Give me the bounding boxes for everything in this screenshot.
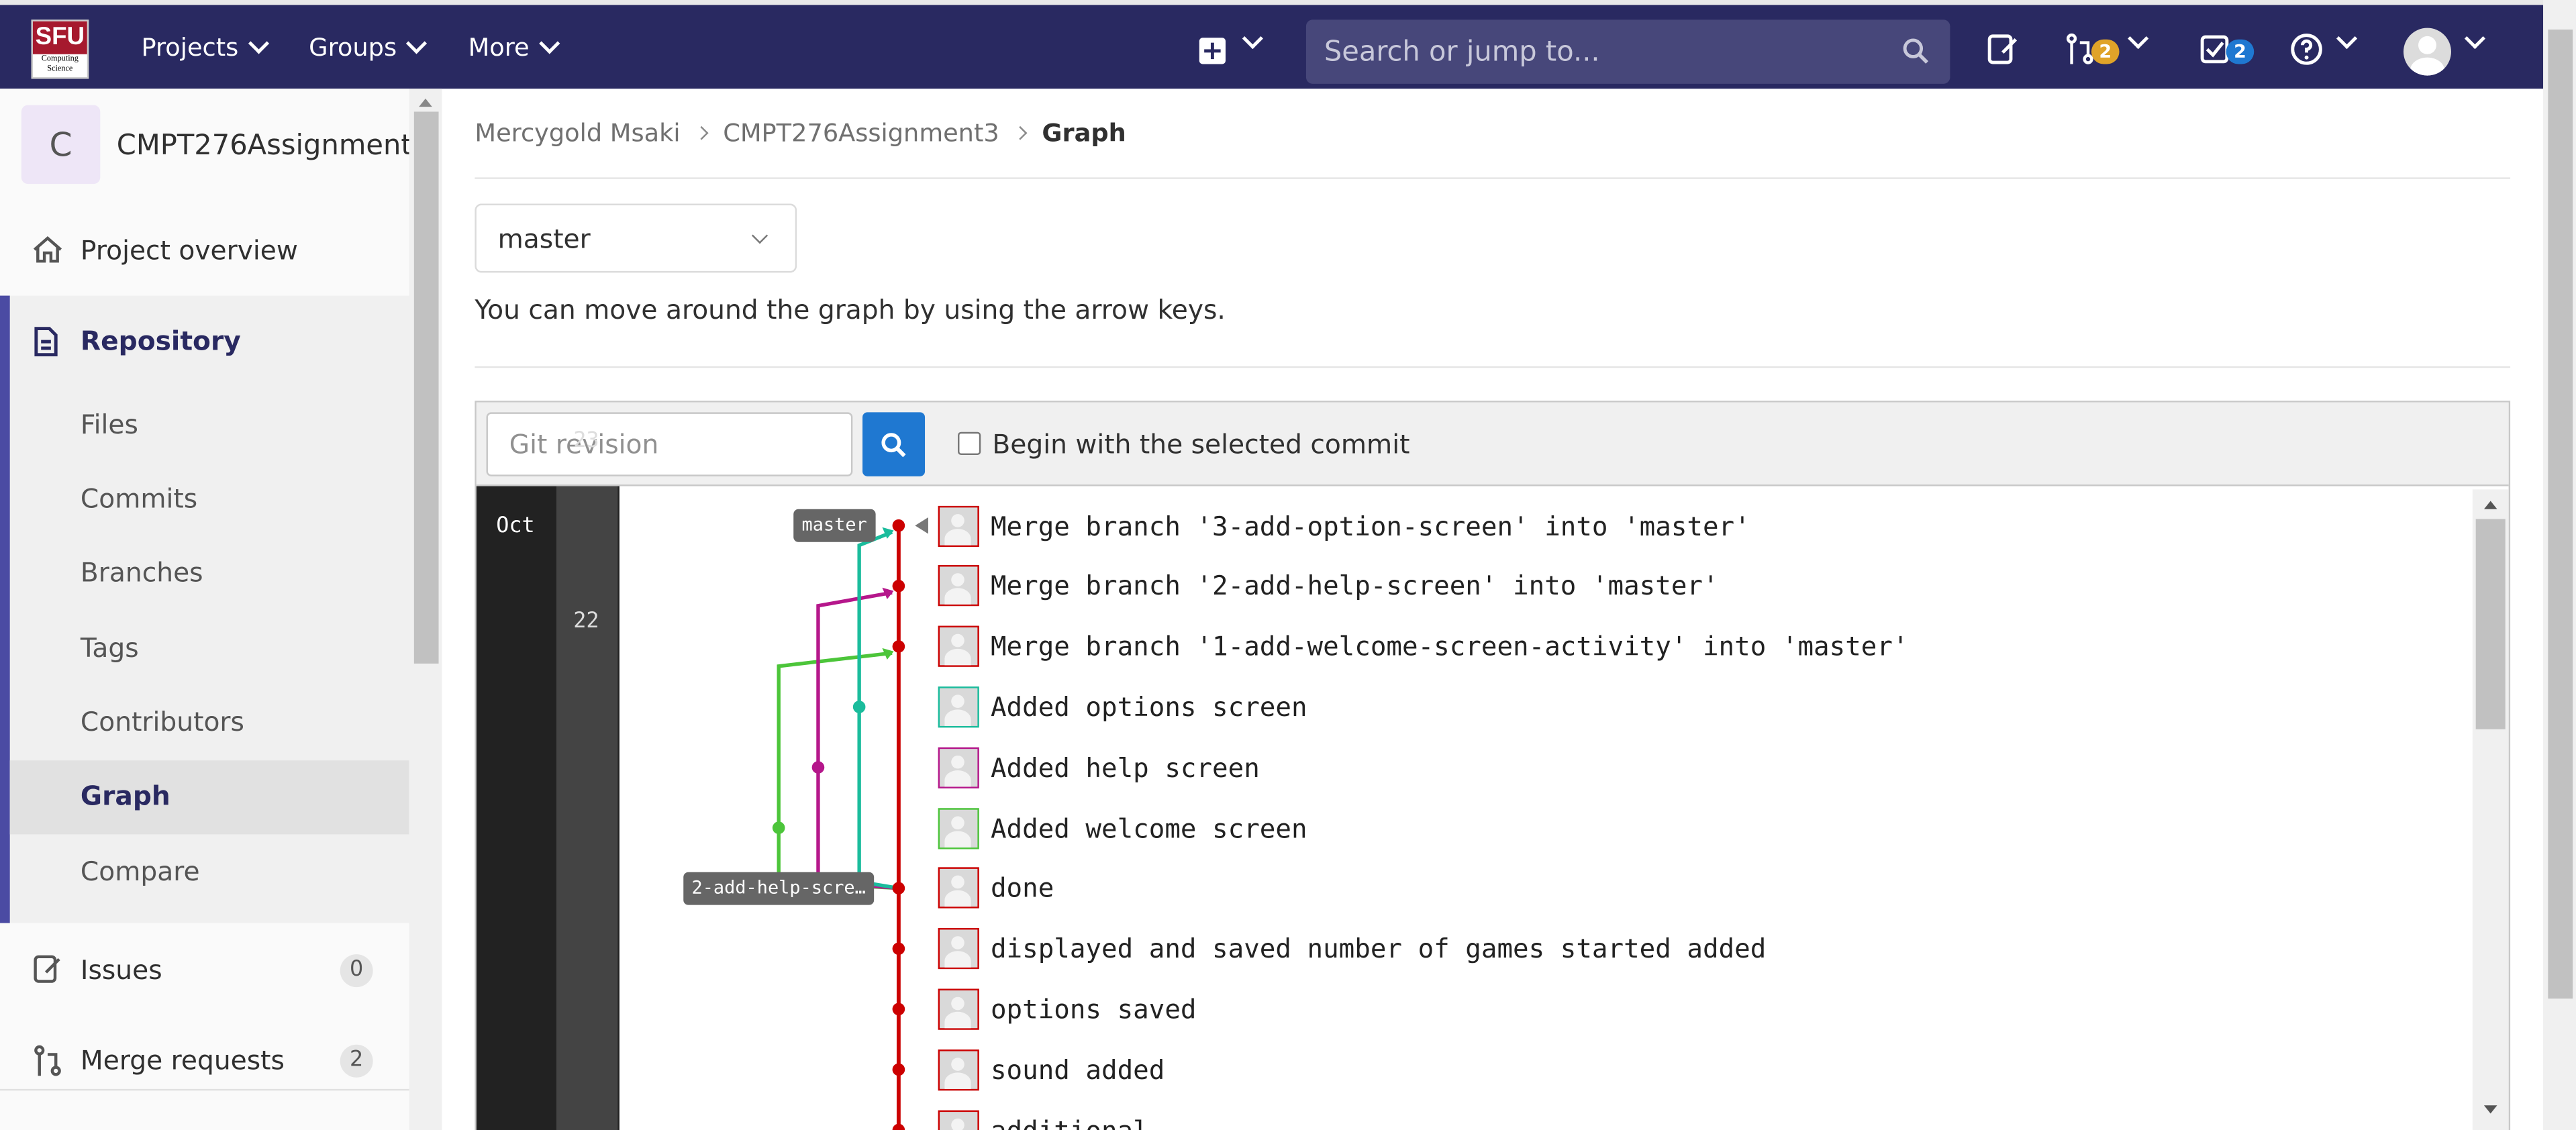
branch-ref-tag[interactable]: master <box>793 509 876 542</box>
commit-node <box>892 640 905 653</box>
commit-row[interactable]: Added welcome screen <box>938 803 1307 852</box>
commit-row[interactable]: options saved <box>938 984 1197 1033</box>
scroll-down-icon[interactable] <box>2482 1104 2498 1117</box>
commit-author-avatar <box>938 868 979 909</box>
commit-author-avatar <box>938 1109 979 1130</box>
commit-message[interactable]: Added options screen <box>991 691 1307 723</box>
commit-author-avatar <box>938 625 979 667</box>
commit-node <box>772 821 785 834</box>
commit-author-avatar <box>938 565 979 607</box>
welcome-branch-line <box>777 651 899 890</box>
commit-node <box>892 882 905 895</box>
commit-row[interactable]: displayed and saved number of games star… <box>938 924 1766 973</box>
commit-node <box>811 761 825 774</box>
commit-row[interactable]: Merge branch '3-add-option-screen' into … <box>938 501 1750 550</box>
commit-row[interactable]: Merge branch '1-add-welcome-screen-activ… <box>938 622 1909 671</box>
commit-node <box>892 942 905 956</box>
commit-message[interactable]: additional <box>991 1115 1149 1130</box>
commit-author-avatar <box>938 746 979 788</box>
commit-message[interactable]: options saved <box>991 994 1197 1025</box>
commit-message[interactable]: done <box>991 872 1054 904</box>
scroll-up-icon[interactable] <box>2482 498 2498 511</box>
commit-message[interactable]: Merge branch '2-add-help-screen' into 'm… <box>991 570 1719 602</box>
commit-node <box>892 519 905 532</box>
commit-author-avatar <box>938 505 979 546</box>
commit-author-avatar <box>938 988 979 1030</box>
commit-node <box>892 1063 905 1076</box>
branch-ref-tag[interactable]: 2-add-help-scre… <box>683 872 875 905</box>
commit-message[interactable]: displayed and saved number of games star… <box>991 933 1766 965</box>
graph-scrollbar-thumb[interactable] <box>2475 519 2506 729</box>
commit-message[interactable]: Added welcome screen <box>991 812 1307 843</box>
page-scrollbar-thumb[interactable] <box>2548 30 2573 999</box>
head-arrow-icon <box>915 517 928 534</box>
commit-row[interactable]: Added options screen <box>938 682 1307 731</box>
commit-message[interactable]: sound added <box>991 1054 1165 1086</box>
commit-message[interactable]: Added help screen <box>991 752 1260 783</box>
commit-row[interactable]: sound added <box>938 1045 1165 1094</box>
commit-row[interactable]: done <box>938 864 1054 913</box>
commit-row[interactable]: additional <box>938 1105 1149 1130</box>
commit-message[interactable]: Merge branch '1-add-welcome-screen-activ… <box>991 631 1909 662</box>
commit-row[interactable]: Merge branch '2-add-help-screen' into 'm… <box>938 562 1719 611</box>
commit-message[interactable]: Merge branch '3-add-option-screen' into … <box>991 510 1750 542</box>
commit-node <box>892 580 905 593</box>
commit-node <box>892 1003 905 1016</box>
commit-author-avatar <box>938 928 979 970</box>
commit-author-avatar <box>938 1049 979 1090</box>
commit-author-avatar <box>938 807 979 849</box>
commit-node <box>852 701 866 713</box>
commit-row[interactable]: Added help screen <box>938 743 1260 792</box>
commit-author-avatar <box>938 686 979 728</box>
